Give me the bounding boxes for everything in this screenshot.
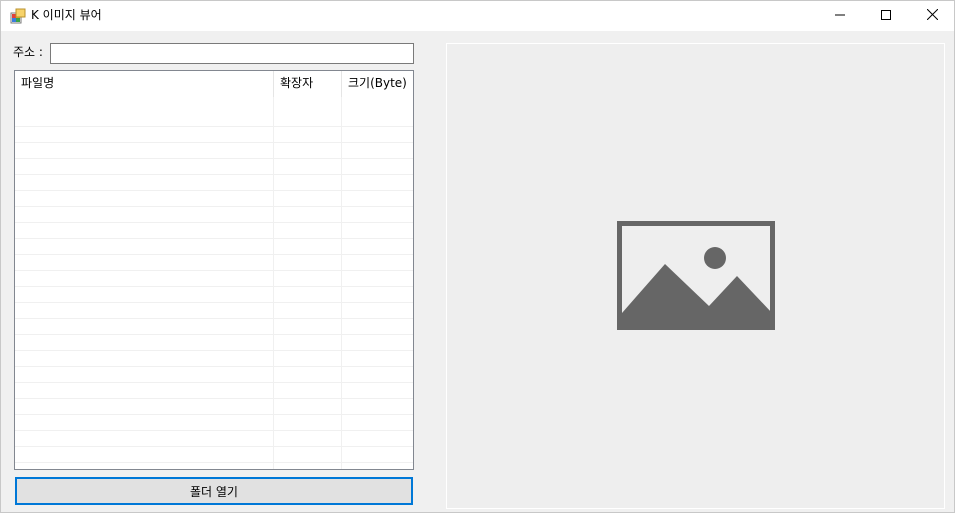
minimize-icon: [835, 9, 845, 23]
address-input[interactable]: [50, 43, 414, 64]
empty-row-line: [15, 447, 413, 463]
app-window-icon[interactable]: [10, 8, 26, 24]
empty-row-line: [15, 159, 413, 175]
image-preview: [446, 43, 945, 509]
empty-row-line: [15, 367, 413, 383]
empty-row-line: [15, 143, 413, 159]
empty-row-line: [15, 223, 413, 239]
empty-row-line: [15, 271, 413, 287]
file-list-header: 파일명 확장자 크기(Byte): [15, 71, 413, 97]
empty-row-line: [15, 111, 413, 127]
image-placeholder-icon: [617, 221, 775, 331]
maximize-button[interactable]: [863, 1, 909, 31]
empty-row-line: [15, 415, 413, 431]
close-icon: [926, 8, 938, 23]
empty-row-line: [15, 239, 413, 255]
empty-row-line: [15, 319, 413, 335]
empty-row-line: [15, 191, 413, 207]
app-window: K 이미지 뷰어 주소 : 파일명 확장자 크기(Byte) 폴더 열기: [0, 0, 955, 513]
empty-row-line: [15, 383, 413, 399]
column-header-extension[interactable]: 확장자: [273, 71, 341, 97]
address-label: 주소 :: [13, 45, 43, 59]
maximize-icon: [881, 9, 891, 23]
empty-row-line: [15, 351, 413, 367]
empty-row-line: [15, 175, 413, 191]
open-folder-button[interactable]: 폴더 열기: [15, 477, 413, 505]
title-bar[interactable]: K 이미지 뷰어: [1, 1, 954, 31]
column-header-size[interactable]: 크기(Byte): [341, 71, 413, 97]
empty-row-line: [15, 431, 413, 447]
empty-row-line: [15, 287, 413, 303]
file-list-body: [15, 111, 413, 469]
file-list-view[interactable]: 파일명 확장자 크기(Byte): [14, 70, 414, 470]
empty-row-line: [15, 303, 413, 319]
empty-row-line: [15, 127, 413, 143]
empty-row-line: [15, 207, 413, 223]
column-header-filename[interactable]: 파일명: [15, 71, 273, 97]
minimize-button[interactable]: [817, 1, 863, 31]
empty-row-line: [15, 335, 413, 351]
close-button[interactable]: [909, 1, 955, 31]
window-title: K 이미지 뷰어: [31, 8, 102, 22]
empty-row-line: [15, 255, 413, 271]
empty-row-line: [15, 399, 413, 415]
